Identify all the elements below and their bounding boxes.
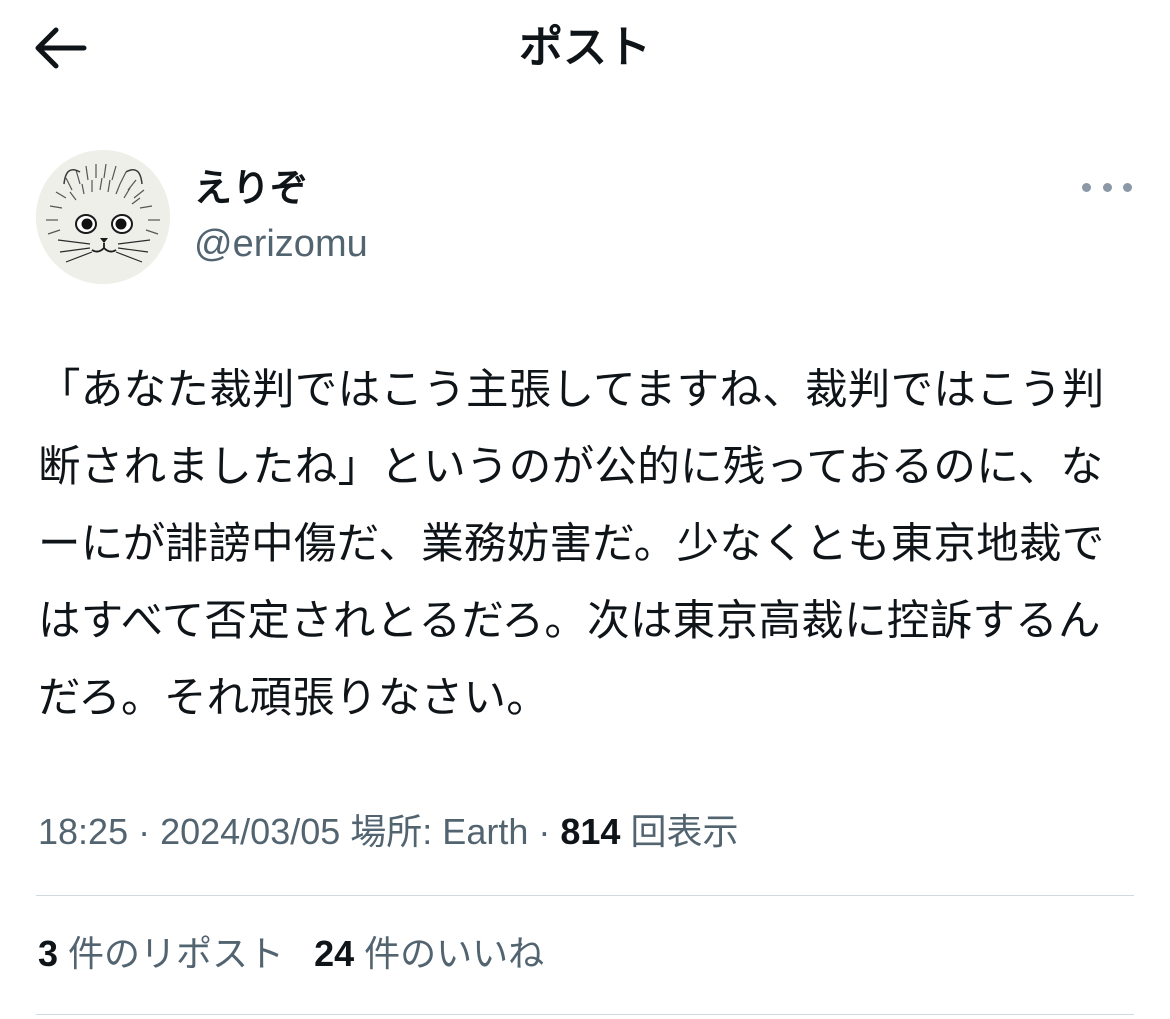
reposts-stat[interactable]: 3 件のリポスト: [38, 928, 284, 980]
post-text: 「あなた裁判ではこう主張してますね、裁判ではこう判断されましたね」というのが公的…: [38, 366, 1105, 723]
author-handle[interactable]: @erizomu: [194, 220, 368, 268]
engagement-stats: 3 件のリポスト 24 件のいいね: [38, 928, 1138, 980]
post-date[interactable]: 2024/03/05: [160, 811, 340, 852]
post-meta: 18:25 · 2024/03/05 場所: Earth · 814 回表示: [38, 806, 1138, 858]
divider: [36, 1014, 1134, 1015]
likes-count: 24: [314, 933, 355, 974]
more-dot-icon: [1102, 182, 1112, 192]
reposts-label: 件のリポスト: [68, 933, 285, 974]
page-title: ポスト: [519, 22, 651, 73]
likes-stat[interactable]: 24 件のいいね: [314, 928, 544, 980]
meta-separator: ·: [528, 811, 561, 852]
author-row: えりぞ @erizomu: [36, 150, 1134, 284]
views-count: 814: [560, 811, 621, 852]
post-time[interactable]: 18:25: [38, 811, 128, 852]
more-dot-icon: [1082, 182, 1091, 192]
divider: [36, 895, 1134, 896]
post-location: 場所: Earth: [350, 811, 529, 852]
avatar[interactable]: [36, 150, 170, 284]
cat-avatar-icon: [36, 150, 170, 284]
top-navigation-bar: ポスト: [0, 0, 1170, 96]
more-dot-icon: [1123, 182, 1132, 192]
likes-label: 件のいいね: [364, 933, 545, 974]
reposts-count: 3: [38, 933, 59, 974]
author-display-name[interactable]: えりぞ: [194, 164, 308, 212]
meta-separator: ·: [128, 811, 161, 852]
more-options-button[interactable]: [1082, 172, 1132, 202]
views-label: 回表示: [630, 811, 739, 852]
